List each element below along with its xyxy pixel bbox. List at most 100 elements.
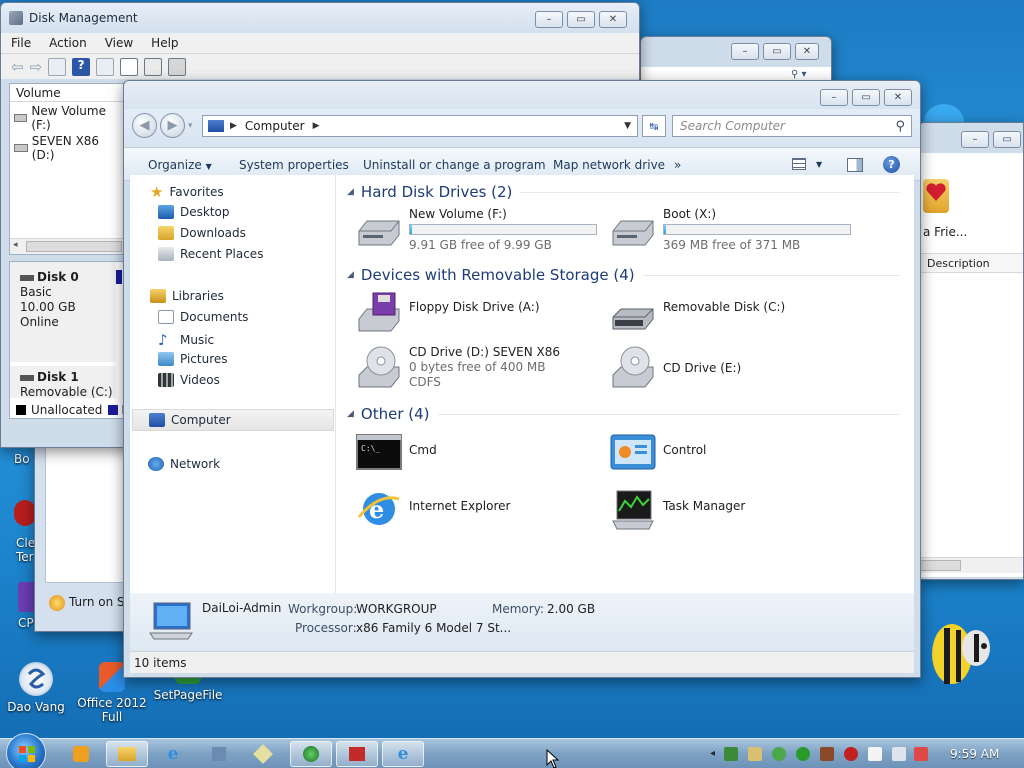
nav-music[interactable]: ♪ Music	[158, 331, 214, 349]
item-control[interactable]: Control	[609, 431, 706, 475]
nav-downloads[interactable]: Downloads	[158, 226, 246, 240]
explorer-maximize-button[interactable]: ▭	[852, 89, 880, 106]
uninstall-program-button[interactable]: Uninstall or change a program	[363, 158, 546, 172]
more-commands-button[interactable]: »	[674, 158, 681, 172]
address-bar[interactable]: ▶ Computer ▶ ▼	[202, 115, 638, 137]
start-button[interactable]	[6, 733, 46, 768]
drive-cd-d[interactable]: CD Drive (D:) SEVEN X86 0 bytes free of …	[355, 345, 560, 390]
taskbar-network-tool[interactable]	[202, 741, 236, 767]
right-window-minimize-button[interactable]: –	[961, 131, 989, 148]
menu-file[interactable]: File	[1, 36, 39, 50]
nav-desktop[interactable]: Desktop	[158, 205, 230, 219]
description-column-header[interactable]: Description	[919, 253, 1023, 273]
scroll-left-icon[interactable]: ◂	[13, 240, 18, 250]
group-other[interactable]: ◢ Other (4)	[347, 405, 900, 423]
menu-action[interactable]: Action	[39, 36, 95, 50]
address-dropdown-icon[interactable]: ▼	[624, 121, 631, 131]
volume-hscrollbar[interactable]: ◂	[10, 238, 124, 254]
back-window-minimize-button[interactable]: –	[731, 43, 759, 60]
taskbar-ie[interactable]: e	[156, 741, 190, 767]
system-properties-button[interactable]: System properties	[239, 158, 349, 172]
recent-pages-icon[interactable]: ▾	[188, 121, 193, 131]
explorer-titlebar[interactable]	[124, 81, 920, 109]
search-icon[interactable]: ⚲	[895, 119, 905, 134]
turn-on-link[interactable]: Turn on Sc	[69, 595, 131, 609]
properties-icon[interactable]	[96, 57, 115, 76]
organize-button[interactable]: Organize ▼	[148, 158, 212, 172]
back-window-close-button[interactable]: ✕	[795, 43, 819, 60]
desktop-icon-cleaner[interactable]	[14, 500, 36, 526]
search-input[interactable]: Search Computer ⚲	[672, 115, 912, 137]
taskbar-app[interactable]	[246, 741, 280, 767]
flag-icon[interactable]	[868, 747, 882, 761]
tray-sound-icon[interactable]	[820, 747, 834, 761]
settings-icon[interactable]	[168, 57, 187, 76]
explorer-minimize-button[interactable]: –	[820, 89, 848, 106]
taskbar-toolbox[interactable]	[336, 741, 378, 767]
tray-network-icon[interactable]	[724, 747, 738, 761]
group-removable-storage[interactable]: ◢ Devices with Removable Storage (4)	[347, 266, 900, 284]
back-arrow-icon[interactable]: ⇦	[11, 58, 24, 76]
group-hard-disk-drives[interactable]: ◢ Hard Disk Drives (2)	[347, 183, 900, 201]
preview-pane-button[interactable]	[847, 158, 863, 172]
tray-alert-icon[interactable]	[844, 747, 858, 761]
nav-recent-places[interactable]: Recent Places	[158, 247, 263, 261]
map-network-drive-button[interactable]: Map network drive	[553, 158, 665, 172]
volume-column-header[interactable]: Volume	[10, 84, 124, 102]
clock[interactable]: 9:59 AM	[950, 747, 999, 761]
tray-update-icon[interactable]	[772, 747, 786, 761]
tray-tool-icon[interactable]	[748, 747, 762, 761]
drive-new-volume[interactable]: New Volume (F:) 9.91 GB free of 9.99 GB	[355, 207, 597, 253]
disk0-panel[interactable]: Disk 0 Basic 10.00 GB Online	[10, 262, 116, 362]
refresh-icon[interactable]	[120, 57, 139, 76]
friends-label[interactable]: a Frie...	[923, 225, 967, 239]
taskbar-ie-window[interactable]: e	[382, 741, 424, 767]
nav-documents[interactable]: Documents	[158, 310, 248, 324]
dm-minimize-button[interactable]: –	[535, 11, 563, 28]
change-view-button[interactable]: ▼	[792, 158, 822, 170]
refresh-button[interactable]: ↹	[642, 115, 666, 137]
menu-view[interactable]: View	[95, 36, 141, 50]
taskbar-explorer[interactable]	[106, 741, 148, 767]
dm-maximize-button[interactable]: ▭	[567, 11, 595, 28]
dm-close-button[interactable]: ✕	[599, 11, 627, 28]
volume-row[interactable]: New Volume (F:)	[10, 102, 124, 132]
nav-computer[interactable]: Computer	[132, 409, 334, 431]
back-button[interactable]: ◀	[132, 113, 157, 138]
volume-row[interactable]: SEVEN X86 (D:)	[10, 132, 124, 162]
rescan-disks-icon[interactable]	[144, 57, 163, 76]
item-task-manager[interactable]: Task Manager	[609, 487, 745, 531]
nav-videos[interactable]: Videos	[158, 373, 220, 387]
drive-cd-e[interactable]: CD Drive (E:)	[609, 345, 741, 389]
menu-help[interactable]: Help	[141, 36, 186, 50]
show-hide-console-icon[interactable]	[48, 57, 67, 76]
nav-network[interactable]: Network	[148, 457, 220, 471]
desktop-icon-dao-vang[interactable]: Dao Vang	[0, 662, 72, 714]
explorer-close-button[interactable]: ✕	[884, 89, 912, 106]
disk1-panel[interactable]: Disk 1 Removable (C:)	[10, 366, 116, 399]
breadcrumb-computer[interactable]: Computer	[245, 119, 305, 133]
right-window-maximize-button[interactable]: ▭	[993, 131, 1021, 148]
tray-monitor-icon[interactable]	[892, 747, 906, 761]
help-book-icon[interactable]: ?	[72, 57, 91, 76]
back-window-maximize-button[interactable]: ▭	[763, 43, 791, 60]
drive-floppy[interactable]: Floppy Disk Drive (A:)	[355, 291, 540, 335]
taskbar-media-player[interactable]	[64, 741, 98, 767]
nav-favorites[interactable]: ★ Favorites	[150, 183, 224, 201]
drive-boot[interactable]: Boot (X:) 369 MB free of 371 MB	[609, 207, 851, 253]
taskbar-disk-mgmt[interactable]	[290, 741, 332, 767]
item-internet-explorer[interactable]: e Internet Explorer	[355, 487, 510, 531]
item-cmd[interactable]: C:\_ Cmd	[355, 431, 437, 475]
right-window-scrollbar[interactable]	[919, 557, 1023, 573]
nav-libraries[interactable]: Libraries	[150, 289, 224, 303]
tray-play-icon[interactable]	[796, 747, 810, 761]
show-hidden-icons-button[interactable]: ◂	[710, 748, 715, 759]
volume-muted-icon[interactable]	[914, 747, 928, 761]
chevron-right-icon: ▶	[312, 121, 320, 131]
nav-pictures[interactable]: Pictures	[158, 352, 228, 366]
help-icon[interactable]: ?	[883, 156, 900, 173]
drive-removable[interactable]: Removable Disk (C:)	[609, 291, 785, 335]
forward-arrow-icon[interactable]: ⇨	[30, 58, 43, 76]
forward-button[interactable]: ▶	[160, 113, 185, 138]
desktop-icon-fragment-bo[interactable]: Bo	[14, 452, 30, 466]
